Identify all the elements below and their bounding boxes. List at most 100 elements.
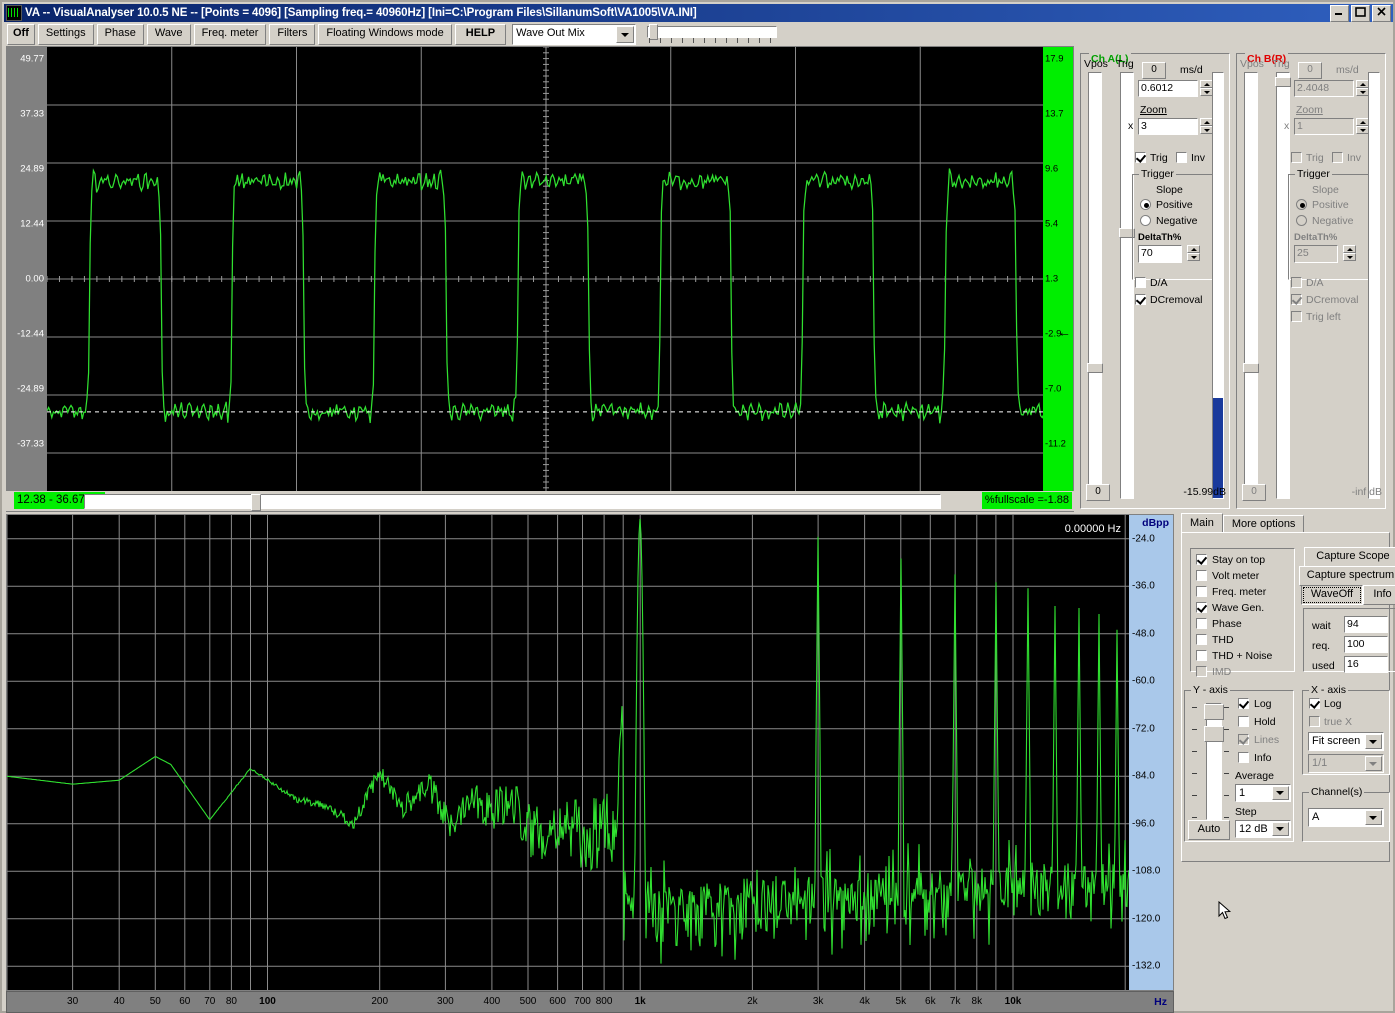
ch-b-inv-checkbox[interactable] bbox=[1332, 152, 1343, 163]
spectrum-plot-area[interactable] bbox=[7, 515, 1129, 990]
spectrum-check-thd-noise[interactable] bbox=[1196, 650, 1207, 661]
ch-b-msd-value[interactable]: 2.4048 bbox=[1294, 80, 1354, 97]
chevron-down-icon[interactable] bbox=[1272, 822, 1289, 836]
ch-b-vpos-slider[interactable] bbox=[1243, 72, 1259, 499]
ch-a-trig-slider[interactable] bbox=[1119, 72, 1135, 499]
capture-spectrum-button[interactable]: Capture spectrum bbox=[1299, 566, 1395, 586]
spectrum-x-tick: 300 bbox=[437, 996, 454, 1007]
ch-a-vpos-slider[interactable] bbox=[1087, 72, 1103, 499]
phase-button[interactable]: Phase bbox=[96, 23, 144, 45]
ch-a-dcremoval-checkbox[interactable] bbox=[1135, 294, 1146, 305]
ch-a-da-checkbox[interactable] bbox=[1135, 277, 1146, 288]
ch-b-zoom-label: Zoom bbox=[1296, 104, 1323, 116]
scope-trace-svg bbox=[47, 47, 1043, 511]
input-volume-slider[interactable] bbox=[647, 24, 778, 44]
scope-plot-area[interactable] bbox=[47, 47, 1043, 511]
ch-b-deltath-value[interactable]: 25 bbox=[1294, 245, 1338, 263]
ch-b-trig-thumb[interactable] bbox=[1275, 77, 1291, 87]
average-select[interactable]: 1 bbox=[1235, 784, 1291, 802]
spectrum-check-imd[interactable] bbox=[1196, 666, 1207, 677]
ch-a-zero-button[interactable]: 0 bbox=[1142, 62, 1166, 79]
ch-a-trig-checkbox[interactable] bbox=[1135, 152, 1146, 163]
ch-b-trigleft-checkbox[interactable] bbox=[1291, 311, 1302, 322]
y-axis-slider-thumb-top[interactable] bbox=[1204, 704, 1224, 720]
spectrum-x-tick: 30 bbox=[67, 996, 79, 1007]
ch-b-slope-negative-radio[interactable] bbox=[1296, 215, 1307, 226]
ch-b-da-checkbox[interactable] bbox=[1291, 277, 1302, 288]
ch-a-dcremoval-label: DCremoval bbox=[1150, 294, 1203, 306]
ch-b-trig-checkbox[interactable] bbox=[1291, 152, 1302, 163]
minimize-button[interactable] bbox=[1330, 4, 1349, 22]
scope-scroll-slider[interactable] bbox=[84, 494, 941, 511]
y-axis-slider-thumb-bottom[interactable] bbox=[1204, 726, 1224, 742]
y-axis-lines-checkbox[interactable] bbox=[1238, 734, 1249, 745]
wave-off-button[interactable]: WaveOff bbox=[1301, 585, 1363, 605]
chevron-down-icon[interactable] bbox=[616, 25, 635, 43]
ch-b-zero-button[interactable]: 0 bbox=[1298, 62, 1322, 79]
ch-b-slope-positive-radio[interactable] bbox=[1296, 199, 1307, 210]
ch-a-level-zero-button[interactable]: 0 bbox=[1086, 484, 1110, 501]
chevron-down-icon[interactable] bbox=[1365, 756, 1382, 771]
close-button[interactable] bbox=[1372, 4, 1391, 22]
scope-scroll-thumb[interactable] bbox=[251, 494, 261, 511]
step-value: 12 dB bbox=[1239, 823, 1268, 835]
ch-b-vpos-thumb[interactable] bbox=[1243, 363, 1259, 373]
ch-b-trig-slider[interactable] bbox=[1275, 72, 1291, 499]
freq-meter-button[interactable]: Freq. meter bbox=[193, 23, 267, 45]
x-axis-fit-select[interactable]: Fit screen bbox=[1308, 732, 1384, 751]
ch-b-zoom-value[interactable]: 1 bbox=[1294, 118, 1354, 135]
spectrum-check-stay-on-top[interactable] bbox=[1196, 554, 1207, 565]
chevron-down-icon[interactable] bbox=[1272, 786, 1289, 800]
ch-a-deltath-spinner[interactable] bbox=[1187, 245, 1200, 263]
ch-b-dcremoval-checkbox[interactable] bbox=[1291, 294, 1302, 305]
ch-a-vpos-thumb[interactable] bbox=[1087, 363, 1103, 373]
used-value[interactable]: 16 bbox=[1344, 656, 1388, 673]
ch-a-msd-label: ms/d bbox=[1180, 64, 1203, 76]
spectrum-check-thd[interactable] bbox=[1196, 634, 1207, 645]
ch-a-zoom-value[interactable]: 3 bbox=[1138, 118, 1198, 135]
tab-main[interactable]: Main bbox=[1181, 513, 1223, 533]
channels-select[interactable]: A bbox=[1308, 808, 1384, 827]
ch-b-deltath-spinner[interactable] bbox=[1343, 245, 1356, 263]
wave-button[interactable]: Wave bbox=[146, 23, 191, 45]
spectrum-check-phase[interactable] bbox=[1196, 618, 1207, 629]
settings-button[interactable]: Settings bbox=[37, 23, 94, 45]
tab-more-options[interactable]: More options bbox=[1222, 515, 1305, 533]
y-axis-log-checkbox[interactable] bbox=[1238, 698, 1249, 709]
spectrum-check-wave-gen[interactable] bbox=[1196, 602, 1207, 613]
spectrum-x-tick: 80 bbox=[225, 996, 237, 1007]
chevron-down-icon[interactable] bbox=[1365, 810, 1382, 825]
wait-value[interactable]: 94 bbox=[1344, 616, 1388, 633]
info-button[interactable]: Info bbox=[1363, 585, 1395, 605]
ch-a-slope-positive-radio[interactable] bbox=[1140, 199, 1151, 210]
filters-button[interactable]: Filters bbox=[269, 23, 316, 45]
x-axis-log-checkbox[interactable] bbox=[1309, 698, 1320, 709]
off-button[interactable]: Off bbox=[7, 23, 35, 45]
ch-b-level-zero-button[interactable]: 0 bbox=[1242, 484, 1266, 501]
floating-windows-button[interactable]: Floating Windows mode bbox=[318, 23, 452, 45]
spectrum-display[interactable]: 0.00000 Hz dBpp -24.0 -36.0 -48.0 -60.0 -72.… bbox=[6, 514, 1174, 991]
ch-a-msd-value[interactable]: 0.6012 bbox=[1138, 80, 1198, 97]
x-axis-truex-checkbox[interactable] bbox=[1309, 716, 1320, 727]
channel-b-panel: Ch B(R) Vpos Trig 0 ms/d 2.4048 Zoom x 1… bbox=[1236, 46, 1386, 511]
step-select[interactable]: 12 dB bbox=[1235, 820, 1291, 838]
help-button[interactable]: HELP bbox=[454, 23, 507, 45]
y-axis-hold-checkbox[interactable] bbox=[1238, 716, 1249, 727]
req-value[interactable]: 100 bbox=[1344, 636, 1388, 653]
ch-a-inv-checkbox[interactable] bbox=[1176, 152, 1187, 163]
y-axis-auto-button[interactable]: Auto bbox=[1188, 820, 1230, 840]
y-axis-info-checkbox[interactable] bbox=[1238, 752, 1249, 763]
scope-y-left-tick: 0.00 bbox=[25, 273, 45, 285]
y-axis-range-slider[interactable] bbox=[1204, 703, 1224, 820]
capture-scope-button[interactable]: Capture Scope bbox=[1304, 547, 1395, 567]
input-source-select[interactable]: Wave Out Mix bbox=[512, 23, 637, 45]
maximize-button[interactable] bbox=[1351, 4, 1370, 22]
spectrum-check-volt-meter[interactable] bbox=[1196, 570, 1207, 581]
ch-a-deltath-value[interactable]: 70 bbox=[1138, 245, 1182, 263]
ch-a-slope-negative-radio[interactable] bbox=[1140, 215, 1151, 226]
x-axis-ratio-select[interactable]: 1/1 bbox=[1308, 754, 1384, 773]
spectrum-check-freq-meter[interactable] bbox=[1196, 586, 1207, 597]
oscilloscope-display[interactable]: 49.77 37.33 24.89 12.44 0.00 -12.44 -24.89 -37.… bbox=[6, 46, 1074, 512]
x-axis-title: X - axis bbox=[1309, 684, 1349, 696]
chevron-down-icon[interactable] bbox=[1365, 734, 1382, 749]
